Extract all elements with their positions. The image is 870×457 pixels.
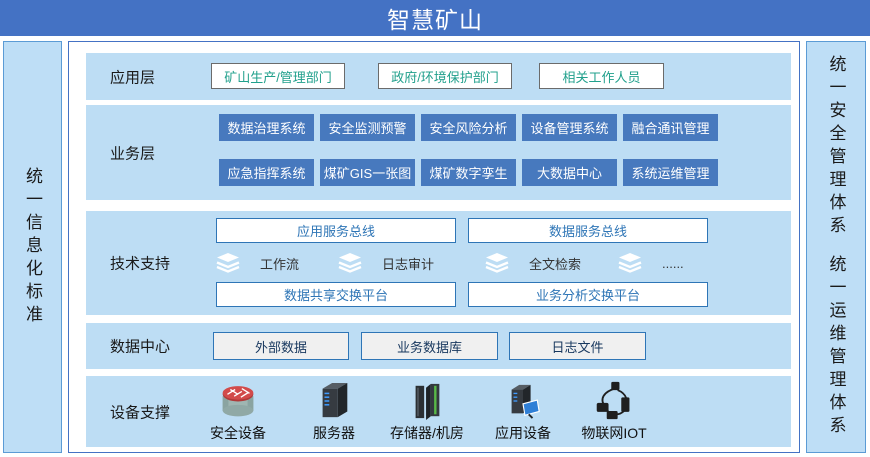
tech-support-label: 技术支持 (110, 253, 170, 274)
layers-icon (216, 253, 240, 273)
biz-equipment-mgmt: 设备管理系统 (522, 114, 617, 141)
device-label: 物联网IOT (581, 423, 646, 443)
data-center-label: 数据中心 (110, 336, 170, 357)
business-database-box: 业务数据库 (361, 332, 498, 360)
main-panel: 应用层 矿山生产/管理部门 政府/环境保护部门 相关工作人员 业务层 数据治理系… (68, 41, 800, 453)
device-security: 安全设备 (188, 380, 288, 443)
application-layer-band: 应用层 矿山生产/管理部门 政府/环境保护部门 相关工作人员 (86, 53, 791, 100)
unified-info-standard-bar: 统一信息化标准 (3, 41, 62, 453)
tech-support-band: 技术支持 应用服务总线 数据服务总线 工作流 日志审计 全文检索 (86, 211, 791, 315)
device-server: 服务器 (284, 380, 384, 443)
biz-data-governance: 数据治理系统 (219, 114, 314, 141)
iot-network-icon (594, 380, 634, 422)
unified-systems-bar: 统一安全管理体系 统一运维管理体系 (806, 41, 866, 453)
page-title: 智慧矿山 (0, 0, 870, 36)
device-label: 存储器/机房 (390, 423, 464, 443)
business-layer-label: 业务层 (110, 142, 155, 163)
unified-ops-system-label: 统一运维管理体系 (828, 255, 845, 439)
middleware-workflow: 工作流 (216, 251, 299, 275)
biz-comm-mgmt: 融合通讯管理 (623, 114, 718, 141)
log-files-box: 日志文件 (509, 332, 646, 360)
biz-big-data-center: 大数据中心 (522, 159, 617, 186)
app-service-bus: 应用服务总线 (216, 218, 456, 243)
biz-safety-monitoring: 安全监测预警 (320, 114, 415, 141)
biz-digital-twin: 煤矿数字孪生 (421, 159, 516, 186)
unified-info-standard-label: 统一信息化标准 (24, 167, 41, 328)
data-sharing-platform: 数据共享交换平台 (216, 282, 456, 307)
smart-mine-architecture-diagram: 智慧矿山 统一信息化标准 统一安全管理体系 统一运维管理体系 应用层 矿山生产/… (0, 0, 870, 457)
device-label: 服务器 (313, 423, 355, 443)
middleware-label: 日志审计 (382, 254, 434, 273)
app-box-mine-production: 矿山生产/管理部门 (211, 63, 345, 89)
biz-risk-analysis: 安全风险分析 (421, 114, 516, 141)
app-box-government: 政府/环境保护部门 (378, 63, 512, 89)
biz-system-ops: 系统运维管理 (623, 159, 718, 186)
device-support-band: 设备支撑 (86, 376, 791, 447)
data-center-band: 数据中心 外部数据 业务数据库 日志文件 (86, 323, 791, 369)
device-application: 应用设备 (473, 380, 573, 443)
storage-rack-icon (408, 380, 446, 422)
business-analysis-platform: 业务分析交换平台 (468, 282, 708, 307)
device-label: 应用设备 (495, 423, 551, 443)
layers-icon (338, 253, 362, 273)
middleware-label: ...... (662, 256, 684, 271)
application-layer-label: 应用层 (110, 66, 155, 87)
app-box-related-staff: 相关工作人员 (539, 63, 664, 89)
application-device-icon (504, 380, 542, 422)
layers-icon (618, 253, 642, 273)
middleware-label: 全文检索 (529, 254, 581, 273)
biz-gis-map: 煤矿GIS一张图 (320, 159, 415, 186)
unified-security-system-label: 统一安全管理体系 (828, 55, 845, 239)
server-icon (315, 380, 353, 422)
device-storage: 存储器/机房 (377, 380, 477, 443)
middleware-log-audit: 日志审计 (338, 251, 434, 275)
device-support-label: 设备支撑 (110, 401, 170, 422)
middleware-more: ...... (618, 251, 684, 275)
middleware-fulltext-search: 全文检索 (485, 251, 581, 275)
layers-icon (485, 253, 509, 273)
device-iot: 物联网IOT (564, 380, 664, 443)
external-data-box: 外部数据 (213, 332, 349, 360)
business-layer-band: 业务层 数据治理系统 安全监测预警 安全风险分析 设备管理系统 融合通讯管理 应… (86, 105, 791, 200)
firewall-icon (215, 380, 261, 422)
device-label: 安全设备 (210, 423, 266, 443)
biz-emergency-command: 应急指挥系统 (219, 159, 314, 186)
middleware-label: 工作流 (260, 254, 299, 273)
data-service-bus: 数据服务总线 (468, 218, 708, 243)
